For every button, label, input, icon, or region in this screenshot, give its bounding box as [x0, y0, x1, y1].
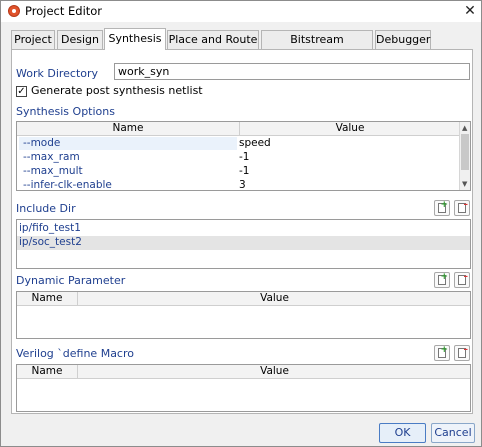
- generate-netlist-checkbox[interactable]: ✓: [16, 86, 27, 97]
- work-directory-input[interactable]: work_syn: [114, 63, 470, 80]
- column-header-value[interactable]: Value: [78, 365, 470, 378]
- title-bar: Project Editor ✕: [1, 1, 481, 22]
- add-dynamic-parameter-button[interactable]: +: [434, 272, 450, 288]
- dynamic-parameter-label: Dynamic Parameter: [16, 274, 126, 287]
- column-header-name[interactable]: Name: [17, 365, 77, 378]
- synthesis-options-table: Name Value --mode speed --max_ram -1 --m…: [16, 121, 471, 191]
- table-row[interactable]: --infer-clk-enable 3: [17, 179, 470, 191]
- synthesis-options-label: Synthesis Options: [16, 105, 115, 118]
- window-title: Project Editor: [25, 4, 103, 18]
- options-scrollbar[interactable]: ▲ ▼: [459, 122, 470, 190]
- include-dir-label: Include Dir: [16, 202, 76, 215]
- tab-place-and-route[interactable]: Place and Route: [167, 30, 259, 49]
- remove-include-dir-button[interactable]: –: [454, 200, 470, 216]
- app-logo-icon: [8, 5, 20, 17]
- option-name: --mode: [19, 137, 237, 150]
- generate-netlist-label: Generate post synthesis netlist: [31, 84, 203, 97]
- scroll-up-icon[interactable]: ▲: [462, 124, 467, 132]
- column-header-name[interactable]: Name: [17, 122, 239, 135]
- include-dir-list: ip/fifo_test1 ip/soc_test2: [16, 219, 471, 269]
- dynamic-parameter-table: Name Value: [16, 291, 471, 339]
- table-header: Name Value: [17, 365, 470, 379]
- option-value[interactable]: -1: [239, 151, 249, 164]
- list-item[interactable]: ip/fifo_test1: [17, 222, 470, 236]
- table-header: Name Value: [17, 292, 470, 306]
- column-header-value[interactable]: Value: [240, 122, 460, 135]
- remove-dynamic-parameter-button[interactable]: –: [454, 272, 470, 288]
- add-item-icon: +: [440, 345, 448, 355]
- table-header: Name Value: [17, 122, 470, 136]
- tab-debugger[interactable]: Debugger: [375, 30, 431, 49]
- remove-item-icon: –: [463, 272, 469, 282]
- remove-define-macro-button[interactable]: –: [454, 345, 470, 361]
- scroll-down-icon[interactable]: ▼: [462, 180, 467, 188]
- work-directory-label: Work Directory: [16, 67, 99, 80]
- option-value[interactable]: 3: [239, 179, 246, 190]
- ok-button[interactable]: OK: [379, 423, 426, 443]
- tab-project[interactable]: Project: [11, 30, 55, 49]
- option-value[interactable]: -1: [239, 165, 249, 178]
- synthesis-panel: Work Directory work_syn ✓ Generate post …: [11, 49, 473, 414]
- column-header-value[interactable]: Value: [78, 292, 470, 305]
- define-macro-table: Name Value: [16, 364, 471, 412]
- define-macro-label: Verilog `define Macro: [16, 347, 134, 360]
- remove-item-icon: –: [463, 345, 469, 355]
- column-header-name[interactable]: Name: [17, 292, 77, 305]
- option-value[interactable]: speed: [239, 137, 271, 150]
- add-item-icon: +: [440, 200, 448, 210]
- list-item[interactable]: ip/soc_test2: [17, 236, 470, 250]
- scrollbar-thumb[interactable]: [461, 134, 469, 170]
- project-editor-window: Project Editor ✕ Project Design Synthesi…: [0, 0, 482, 447]
- option-name: --max_ram: [23, 151, 80, 163]
- option-name: --max_mult: [23, 165, 83, 177]
- tab-synthesis[interactable]: Synthesis: [104, 28, 166, 50]
- tab-design[interactable]: Design: [57, 30, 103, 49]
- option-name: --infer-clk-enable: [23, 179, 112, 191]
- remove-item-icon: –: [463, 200, 469, 210]
- tab-bitstream-generation[interactable]: Bitstream Generation: [261, 30, 373, 63]
- table-row[interactable]: --mode speed: [17, 137, 470, 151]
- tab-bar: Project Design Synthesis Place and Route…: [11, 28, 471, 63]
- table-row[interactable]: --max_mult -1: [17, 165, 470, 179]
- add-include-dir-button[interactable]: +: [434, 200, 450, 216]
- add-item-icon: +: [440, 272, 448, 282]
- cancel-button[interactable]: Cancel: [431, 423, 475, 443]
- close-icon[interactable]: ✕: [459, 1, 481, 22]
- add-define-macro-button[interactable]: +: [434, 345, 450, 361]
- table-row[interactable]: --max_ram -1: [17, 151, 470, 165]
